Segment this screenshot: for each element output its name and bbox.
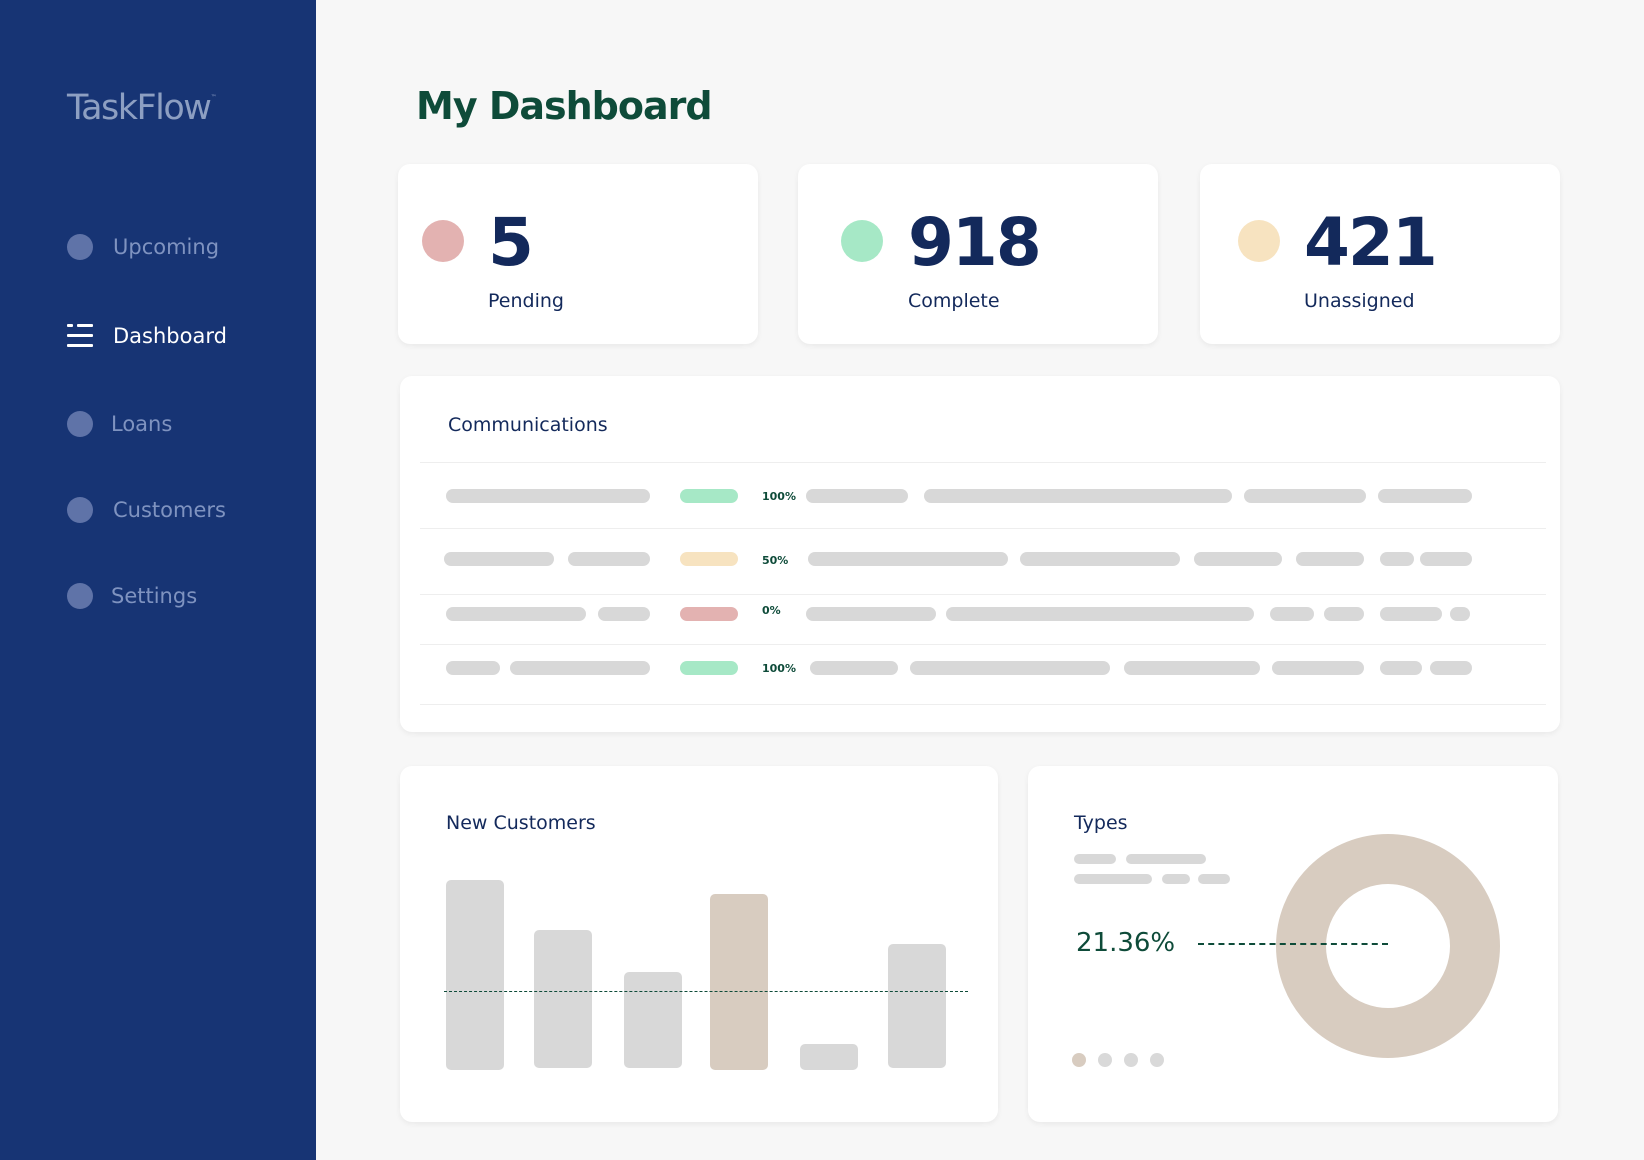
placeholder-text xyxy=(1244,489,1366,503)
placeholder-text xyxy=(1020,552,1180,566)
placeholder-text xyxy=(1272,661,1364,675)
placeholder-text xyxy=(1450,607,1470,621)
divider xyxy=(420,644,1546,645)
placeholder-text xyxy=(444,552,554,566)
donut-chart xyxy=(1276,834,1500,1058)
stat-value: 918 xyxy=(908,204,1042,281)
progress-percent: 100% xyxy=(762,490,796,503)
stat-value: 5 xyxy=(488,204,534,281)
sidebar-item-upcoming[interactable]: Upcoming xyxy=(67,232,219,262)
percent-value: 21.36% xyxy=(1076,928,1176,958)
sidebar-item-label: Loans xyxy=(111,412,173,436)
carousel-dot[interactable] xyxy=(1124,1053,1138,1067)
placeholder-text xyxy=(806,489,908,503)
placeholder-text xyxy=(1380,552,1414,566)
page-title: My Dashboard xyxy=(416,84,713,128)
chart-bar xyxy=(534,930,592,1068)
percent-pointer-line xyxy=(1198,943,1388,945)
status-pill xyxy=(680,661,738,675)
divider xyxy=(420,462,1546,463)
chart-bar xyxy=(624,972,682,1068)
types-card: Types 21.36% xyxy=(1028,766,1558,1122)
placeholder-text xyxy=(1074,874,1152,884)
chart-bar-highlighted xyxy=(710,894,768,1070)
sidebar-item-label: Settings xyxy=(111,584,198,608)
placeholder-text xyxy=(1296,552,1364,566)
sidebar: TaskFlow™ Upcoming Dashboard Loans Custo… xyxy=(0,0,316,1160)
circle-icon xyxy=(67,583,93,609)
stat-label: Unassigned xyxy=(1304,290,1415,312)
chart-bar xyxy=(446,880,504,1070)
status-pill xyxy=(680,552,738,566)
stat-card-complete[interactable]: 918 Complete xyxy=(798,164,1158,344)
placeholder-text xyxy=(446,661,500,675)
placeholder-text xyxy=(510,661,650,675)
placeholder-text xyxy=(1198,874,1230,884)
placeholder-text xyxy=(568,552,650,566)
progress-percent: 50% xyxy=(762,554,789,567)
card-title: New Customers xyxy=(446,812,596,834)
status-pill xyxy=(680,489,738,503)
placeholder-text xyxy=(1124,661,1260,675)
carousel-dot[interactable] xyxy=(1098,1053,1112,1067)
status-dot xyxy=(1238,220,1280,262)
progress-percent: 0% xyxy=(762,604,781,617)
card-title: Types xyxy=(1074,812,1128,834)
placeholder-text xyxy=(1378,489,1472,503)
average-line xyxy=(444,991,968,992)
stat-card-pending[interactable]: 5 Pending xyxy=(398,164,758,344)
placeholder-text xyxy=(924,489,1232,503)
circle-icon xyxy=(67,234,93,260)
communications-card: Communications 100% 50% 0% 100% xyxy=(400,376,1560,732)
carousel-dot-active[interactable] xyxy=(1072,1053,1086,1067)
placeholder-text xyxy=(598,607,650,621)
divider xyxy=(420,528,1546,529)
divider xyxy=(420,594,1546,595)
progress-percent: 100% xyxy=(762,662,796,675)
placeholder-text xyxy=(1430,661,1472,675)
circle-icon xyxy=(67,411,93,437)
divider xyxy=(420,704,1546,705)
placeholder-text xyxy=(806,607,936,621)
new-customers-card: New Customers xyxy=(400,766,998,1122)
placeholder-text xyxy=(910,661,1110,675)
placeholder-text xyxy=(1324,607,1364,621)
stat-value: 421 xyxy=(1304,204,1438,281)
stat-label: Pending xyxy=(488,290,564,312)
chart-bar xyxy=(888,944,946,1068)
menu-list-icon xyxy=(67,324,93,348)
sidebar-item-loans[interactable]: Loans xyxy=(67,409,172,439)
placeholder-text xyxy=(946,607,1254,621)
sidebar-item-dashboard[interactable]: Dashboard xyxy=(67,321,227,351)
app-logo: TaskFlow™ xyxy=(67,88,216,128)
sidebar-item-label: Dashboard xyxy=(113,324,227,348)
sidebar-item-label: Customers xyxy=(113,498,226,522)
carousel-dot[interactable] xyxy=(1150,1053,1164,1067)
status-pill xyxy=(680,607,738,621)
status-dot xyxy=(422,220,464,262)
donut-ring xyxy=(1276,834,1500,1058)
chart-bar xyxy=(800,1044,858,1070)
placeholder-text xyxy=(1194,552,1282,566)
sidebar-item-label: Upcoming xyxy=(113,235,220,259)
placeholder-text xyxy=(1162,874,1190,884)
card-title: Communications xyxy=(448,414,608,436)
stat-card-unassigned[interactable]: 421 Unassigned xyxy=(1200,164,1560,344)
placeholder-text xyxy=(1074,854,1116,864)
placeholder-text xyxy=(808,552,1008,566)
circle-icon xyxy=(67,497,93,523)
placeholder-text xyxy=(446,489,650,503)
sidebar-item-customers[interactable]: Customers xyxy=(67,495,226,525)
placeholder-text xyxy=(1380,661,1422,675)
stat-label: Complete xyxy=(908,290,1000,312)
status-dot xyxy=(841,220,883,262)
sidebar-item-settings[interactable]: Settings xyxy=(67,581,197,611)
placeholder-text xyxy=(1270,607,1314,621)
placeholder-text xyxy=(1380,607,1442,621)
placeholder-text xyxy=(446,607,586,621)
placeholder-text xyxy=(1126,854,1206,864)
placeholder-text xyxy=(1420,552,1472,566)
placeholder-text xyxy=(810,661,898,675)
